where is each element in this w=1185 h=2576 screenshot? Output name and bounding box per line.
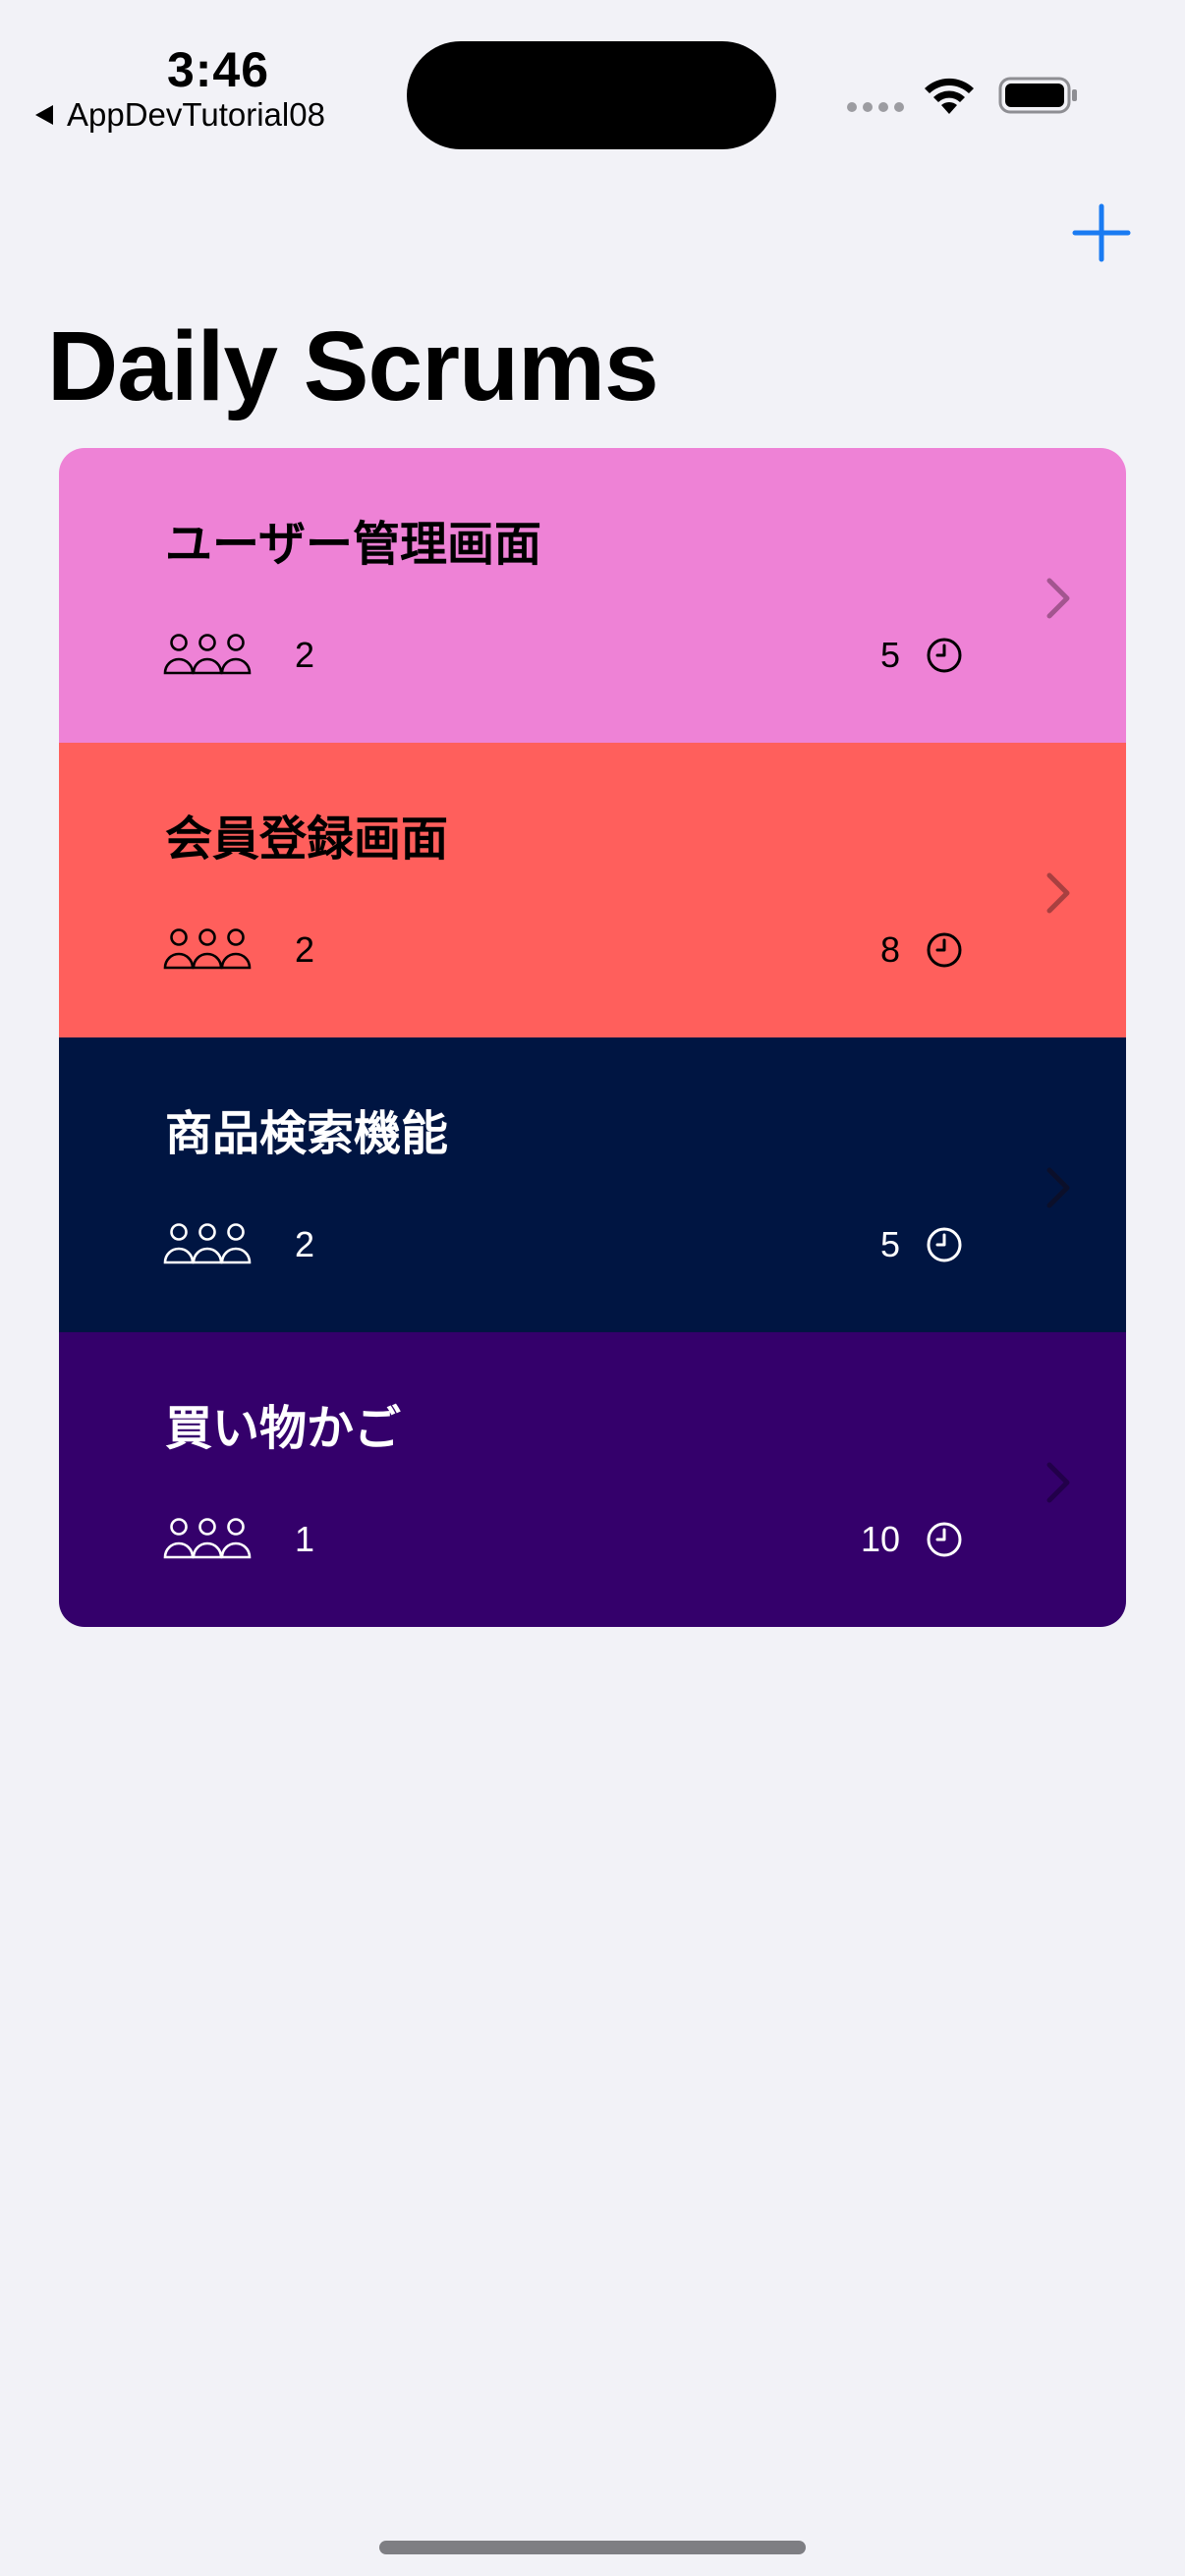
- clock-icon: [927, 1227, 962, 1262]
- person-3-icon: [163, 634, 252, 675]
- back-arrow-icon: [35, 105, 53, 125]
- person-3-icon: [163, 928, 252, 970]
- dynamic-island: [407, 41, 776, 149]
- attendee-count: 1: [295, 1519, 315, 1559]
- scrum-row[interactable]: 商品検索機能 2 5: [59, 1037, 1126, 1332]
- status-bar: 3:46 AppDevTutorial08: [0, 0, 1185, 167]
- wifi-icon: [925, 78, 974, 114]
- battery-icon: [998, 77, 1077, 114]
- chevron-right-icon: [1046, 1167, 1070, 1208]
- meeting-length: 5: [879, 635, 900, 675]
- meeting-length: 10: [860, 1519, 900, 1559]
- plus-icon: [1072, 203, 1131, 262]
- attendee-count: 2: [295, 635, 315, 675]
- back-app-label: AppDevTutorial08: [67, 96, 325, 133]
- meeting-length: 5: [879, 1224, 900, 1264]
- scrum-row[interactable]: 買い物かご 1 10: [59, 1332, 1126, 1627]
- scrum-title: ユーザー管理画面: [165, 517, 542, 572]
- scrums-list: ユーザー管理画面 2 5 会員登録画面 2 8 商品検索機能 2 5 買い物かご…: [59, 448, 1126, 1627]
- attendee-count: 2: [295, 929, 315, 970]
- clock-icon: [927, 932, 962, 968]
- home-indicator[interactable]: [379, 2541, 806, 2554]
- attendee-count: 2: [295, 1224, 315, 1264]
- person-3-icon: [163, 1518, 252, 1559]
- scrum-title: 買い物かご: [165, 1401, 402, 1456]
- scrum-title: 商品検索機能: [165, 1106, 449, 1161]
- chevron-right-icon: [1046, 872, 1070, 914]
- chevron-right-icon: [1046, 578, 1070, 619]
- back-to-app-button[interactable]: AppDevTutorial08: [35, 96, 325, 134]
- chevron-right-icon: [1046, 1462, 1070, 1503]
- add-scrum-button[interactable]: [1071, 202, 1132, 263]
- meeting-length: 8: [879, 929, 900, 970]
- cellular-signal-icon: [847, 102, 904, 112]
- scrum-row[interactable]: 会員登録画面 2 8: [59, 743, 1126, 1037]
- scrum-row[interactable]: ユーザー管理画面 2 5: [59, 448, 1126, 743]
- clock-icon: [927, 638, 962, 673]
- person-3-icon: [163, 1223, 252, 1264]
- clock-icon: [927, 1522, 962, 1557]
- status-time: 3:46: [166, 42, 270, 97]
- scrum-title: 会員登録画面: [165, 812, 449, 867]
- page-title: Daily Scrums: [47, 311, 659, 421]
